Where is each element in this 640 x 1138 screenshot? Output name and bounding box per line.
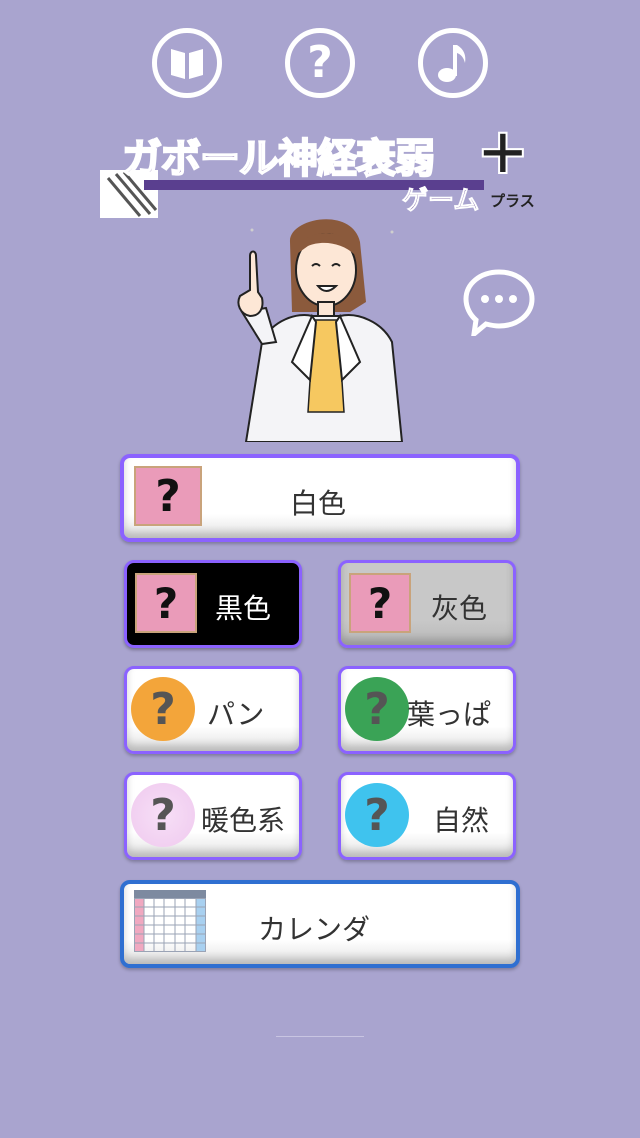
leaf-button[interactable]: ? 葉っぱ <box>338 666 516 754</box>
gray-label: 灰色 <box>431 592 488 625</box>
sound-button[interactable] <box>418 28 488 98</box>
logo-plus: + <box>475 115 531 189</box>
music-note-icon <box>438 45 466 82</box>
nature-label: 自然 <box>433 804 490 837</box>
white-button[interactable]: ? 白色 <box>120 454 520 542</box>
chat-bubble-icon <box>463 269 535 341</box>
gray-button[interactable]: ? 灰色 <box>338 560 516 648</box>
bread-button[interactable]: ? パン <box>124 666 302 754</box>
logo-plus-label: プラス <box>490 192 535 210</box>
white-question-icon: ? <box>134 466 202 526</box>
warm-color-button[interactable]: ? 暖色系 <box>124 772 302 860</box>
help-button[interactable]: ? <box>285 28 355 98</box>
book-icon <box>171 49 203 79</box>
gray-question-icon: ? <box>349 573 411 633</box>
book-button[interactable] <box>152 28 222 98</box>
black-button[interactable]: ? 黒色 <box>124 560 302 648</box>
leaf-label: 葉っぱ <box>407 698 492 731</box>
calendar-label: カレンダ <box>258 913 371 946</box>
divider <box>276 1036 364 1037</box>
logo-subtitle: ゲーム <box>401 186 480 217</box>
black-label: 黒色 <box>215 592 272 625</box>
black-question-icon: ? <box>135 573 197 633</box>
calendar-button[interactable]: カレンダ <box>120 880 520 968</box>
warm-question-icon: ? <box>131 783 195 847</box>
doctor-character <box>232 212 412 443</box>
warm-label: 暖色系 <box>201 804 286 837</box>
calendar-icon <box>134 890 206 952</box>
white-label: 白色 <box>290 487 347 520</box>
leaf-question-icon: ? <box>345 677 409 741</box>
chat-button[interactable] <box>462 268 536 341</box>
bread-label: パン <box>207 698 265 731</box>
nature-button[interactable]: ? 自然 <box>338 772 516 860</box>
nature-question-icon: ? <box>345 783 409 847</box>
bread-question-icon: ? <box>131 677 195 741</box>
app-logo: ガボール神経衰弱 + ゲーム プラス <box>100 115 540 220</box>
logo-title: ガボール神経衰弱 <box>121 135 436 183</box>
question-icon: ? <box>307 37 333 88</box>
